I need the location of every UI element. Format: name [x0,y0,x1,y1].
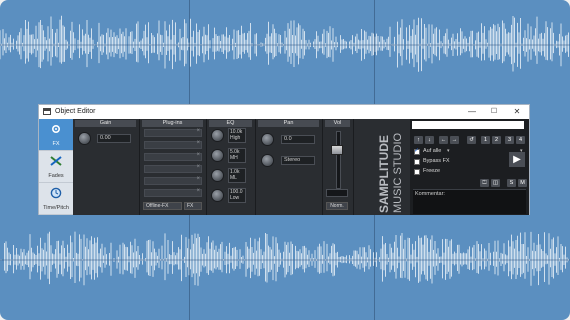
eq-band-value[interactable]: 10.0k High [228,128,246,143]
pan-knob[interactable] [262,134,273,145]
volume-slider-track[interactable] [336,131,341,189]
eq-low-knob[interactable] [212,190,223,201]
fx-panel: Gain 0.00 Plug-ins Offline-FX FX [73,119,410,215]
audio-waveform-bottom [0,231,570,286]
eq-section: EQ 10.0k High 5.0k MH 1.0k ML 100.0 Low [207,119,256,215]
pan-value-field[interactable]: 0.0 [281,135,315,144]
track-workspace[interactable]: Object Editor — ☐ ✕ FX Fades Time/Pitch … [0,0,570,320]
brand-name: SAMPLITUDE [377,135,391,213]
plugin-slot[interactable] [144,164,202,173]
bypass-fx-checkbox[interactable] [414,159,420,165]
preview-icon[interactable]: ◫ [491,179,500,187]
window-title: Object Editor [55,108,96,115]
tab-fades[interactable]: Fades [39,151,73,183]
section-header: Plug-ins [142,120,203,127]
apply-all-label: Auf alle [423,148,442,154]
bypass-fx-label: Bypass FX [423,158,450,164]
brand-subtitle: MUSIC STUDIO [392,133,404,214]
object-name-field[interactable] [412,121,524,129]
tab-time-pitch[interactable]: Time/Pitch [39,183,73,215]
pan-section: Pan 0.0 Stereo [256,119,323,215]
tab-label: FX [52,141,60,147]
fx-gear-icon [51,124,61,134]
freeze-checkbox[interactable] [414,169,420,175]
minimize-button[interactable]: — [461,105,483,119]
section-header: Vol [325,120,350,127]
normalize-button[interactable]: Norm. [326,202,348,210]
slot-4-button[interactable]: 4 [516,136,525,144]
maximize-button[interactable]: ☐ [483,105,505,119]
play-button[interactable]: ▶ [509,152,525,167]
eq-band-name: ML [230,175,237,181]
gain-knob[interactable] [79,133,90,144]
waveform-path [0,15,569,72]
comment-box[interactable]: Kommentar: [413,189,526,214]
gain-section: Gain 0.00 [73,119,140,215]
plugins-section: Plug-ins Offline-FX FX [140,119,207,215]
section-header: Pan [258,120,319,127]
eq-band-value[interactable]: 1.0k ML [228,168,246,183]
slot-3-button[interactable]: 3 [505,136,514,144]
editor-tab-bar: FX Fades Time/Pitch [39,119,73,215]
nav-up-button[interactable]: ↑ [414,136,423,144]
plugin-slot[interactable] [144,176,202,185]
mute-button[interactable]: M [518,179,527,187]
waveform-path [0,231,569,286]
nav-down-button[interactable]: ↓ [425,136,434,144]
nav-left-button[interactable]: ← [439,136,448,144]
plugin-slot[interactable] [144,152,202,161]
solo-button[interactable]: S [507,179,516,187]
monitor-icon[interactable]: ⏍ [480,179,489,187]
brand-logo: SAMPLITUDE MUSIC STUDIO [354,119,410,215]
dropdown-arrow-icon[interactable]: ▾ [447,148,450,154]
gain-value-field[interactable]: 0.00 [97,134,131,143]
title-bar[interactable]: Object Editor — ☐ ✕ [39,105,529,119]
tab-label: Fades [48,173,64,179]
object-controls-panel: ↑ ↓ ← → ↺ 1 2 3 4 Auf alle ▾ ▾ Bypass FX… [410,119,529,215]
eq-band-value[interactable]: 5.0k MH [228,148,246,163]
slot-1-button[interactable]: 1 [481,136,490,144]
plugin-slot[interactable] [144,140,202,149]
undo-button[interactable]: ↺ [467,136,476,144]
volume-level-field[interactable] [326,189,348,197]
fx-dropdown[interactable]: FX [184,202,202,210]
stereo-mode-field[interactable]: Stereo [281,156,315,165]
eq-high-knob[interactable] [212,130,223,141]
eq-band-name: High [230,135,241,141]
eq-mid-high-knob[interactable] [212,150,223,161]
apply-all-checkbox[interactable] [414,147,420,155]
section-header: EQ [209,120,252,127]
plugin-slot[interactable] [144,188,202,197]
nav-right-button[interactable]: → [450,136,459,144]
eq-mid-low-knob[interactable] [212,170,223,181]
editor-client-area: FX Fades Time/Pitch Gain 0.00 Plug-ins ×… [39,119,529,215]
audio-waveform-top [0,15,570,72]
slot-2-button[interactable]: 2 [492,136,501,144]
plugin-slot[interactable] [144,128,202,137]
section-header: Gain [75,120,136,127]
tab-label: Time/Pitch [43,205,69,211]
eq-band-value[interactable]: 100.0 Low [228,188,246,203]
offline-fx-dropdown[interactable]: Offline-FX [143,202,182,210]
eq-band-name: MH [230,155,238,161]
time-pitch-clock-icon [50,187,62,199]
volume-slider-handle[interactable] [331,144,343,155]
comment-label: Kommentar: [415,191,445,197]
volume-section: Vol Norm. [323,119,354,215]
close-button[interactable]: ✕ [506,105,528,119]
tab-fx[interactable]: FX [39,119,73,151]
window-icon [43,108,51,115]
stereo-width-knob[interactable] [262,155,273,166]
fades-cross-icon [50,156,62,166]
eq-band-name: Low [230,195,240,201]
freeze-label: Freeze [423,168,441,174]
object-editor-window: Object Editor — ☐ ✕ FX Fades Time/Pitch … [38,104,530,215]
